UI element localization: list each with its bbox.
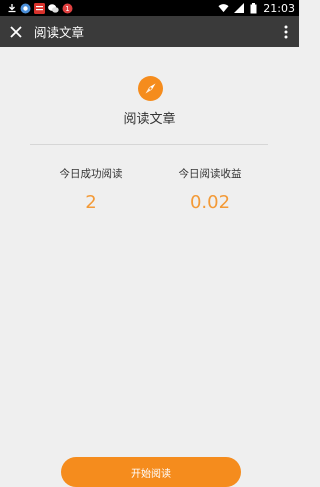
stat-value: 2: [85, 192, 97, 213]
section-heading: 阅读文章: [123, 112, 176, 127]
svg-text:1: 1: [65, 5, 69, 13]
wifi-icon: [218, 3, 229, 14]
wechat-icon: [48, 3, 59, 14]
stat-today-earnings: 今日阅读收益 0.02: [150, 166, 270, 213]
app-bar: 阅读文章: [0, 16, 299, 47]
stat-label: 今日阅读收益: [178, 168, 242, 180]
status-time: 21:03: [263, 1, 295, 15]
page-title: 阅读文章: [34, 25, 85, 40]
browser-icon: [20, 3, 31, 14]
close-icon: [10, 25, 22, 38]
notification-icon: 1: [62, 3, 73, 14]
more-options-button[interactable]: [273, 16, 299, 47]
compass-icon: [138, 76, 163, 101]
download-icon: [6, 3, 17, 14]
stat-value: 0.02: [189, 192, 231, 213]
status-bar: 1 21:03: [0, 0, 299, 16]
start-reading-button[interactable]: 开始阅读: [61, 457, 241, 487]
close-button[interactable]: [0, 16, 32, 47]
main-content: 阅读文章 今日成功阅读 2 今日阅读收益 0.02 开始阅读: [0, 47, 299, 487]
status-bar-system: 21:03: [218, 2, 295, 15]
divider: [30, 144, 268, 145]
more-vertical-icon: [284, 25, 288, 38]
news-app-icon: [34, 2, 45, 14]
signal-icon: [233, 3, 244, 14]
stat-label: 今日成功阅读: [59, 168, 123, 180]
stat-today-reads: 今日成功阅读 2: [31, 166, 151, 213]
battery-icon: [248, 2, 259, 14]
status-bar-notifications: 1: [6, 2, 73, 14]
